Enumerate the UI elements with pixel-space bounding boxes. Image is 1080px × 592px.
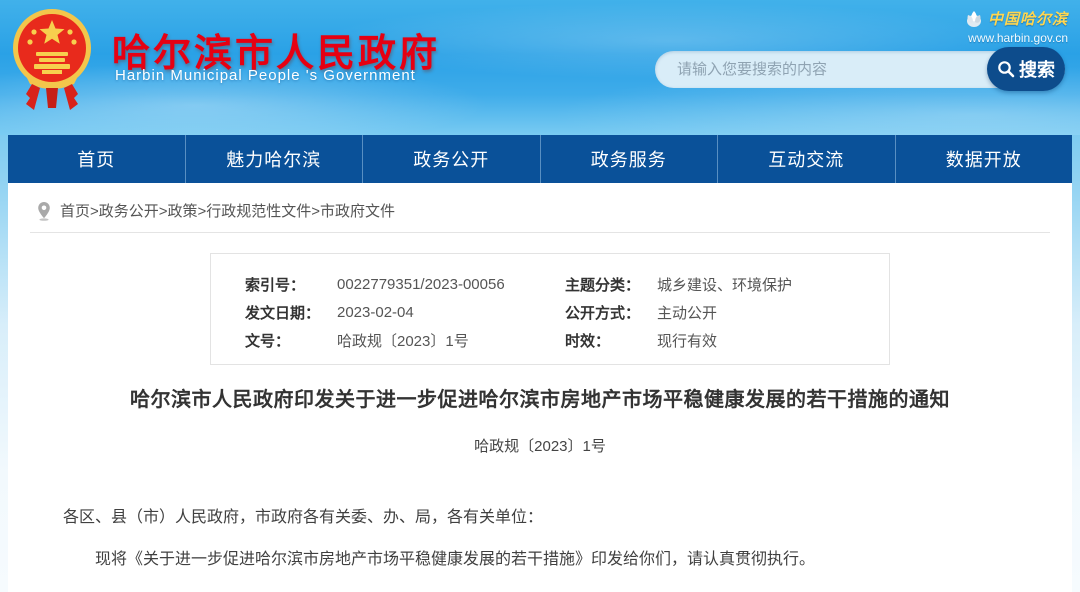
nav-item-open-data[interactable]: 数据开放 [896,135,1073,183]
search-button-label: 搜索 [1019,56,1055,82]
meta-row-topic-category: 主题分类： 城乡建设、环境保护 [565,270,865,298]
search-icon [997,60,1015,78]
national-emblem-icon [12,4,92,116]
meta-label: 索引号： [245,274,337,295]
nav-item-gov-services[interactable]: 政务服务 [541,135,719,183]
meta-column-right: 主题分类： 城乡建设、环境保护 公开方式： 主动公开 时效： 现行有效 [565,270,865,364]
meta-column-left: 索引号： 0022779351/2023-00056 发文日期： 2023-02… [245,270,565,364]
article-paragraph: 各区、县（市）人民政府，市政府各有关委、办、局，各有关单位： [63,505,1023,531]
meta-row-issue-date: 发文日期： 2023-02-04 [245,298,565,326]
breadcrumb: 首页>政务公开>政策>行政规范性文件>市政府文件 [36,200,395,221]
article-paragraph: 现将《关于进一步促进哈尔滨市房地产市场平稳健康发展的若干措施》印发给你们，请认真… [63,547,1023,573]
site-url: www.harbin.gov.cn [938,31,1068,45]
meta-value: 城乡建设、环境保护 [657,274,792,295]
breadcrumb-divider [30,232,1050,233]
article-doc-number: 哈政规〔2023〕1号 [8,435,1072,456]
brand-right-block: 中国哈尔滨 www.harbin.gov.cn [938,8,1068,45]
meta-value: 0022779351/2023-00056 [337,276,505,293]
meta-value: 主动公开 [657,302,717,323]
article-body: 各区、县（市）人民政府，市政府各有关委、办、局，各有关单位： 现将《关于进一步促… [63,505,1023,573]
site-title-english: Harbin Municipal People 's Government [115,67,416,84]
meta-label: 公开方式： [565,302,657,323]
meta-row-publicity-method: 公开方式： 主动公开 [565,298,865,326]
article-title: 哈尔滨市人民政府印发关于进一步促进哈尔滨市房地产市场平稳健康发展的若干措施的通知 [8,383,1072,412]
search-bar: 搜索 [655,47,1065,91]
breadcrumb-text[interactable]: 首页>政务公开>政策>行政规范性文件>市政府文件 [60,200,395,221]
nav-item-gov-info[interactable]: 政务公开 [363,135,541,183]
document-meta-table: 索引号： 0022779351/2023-00056 发文日期： 2023-02… [210,253,890,365]
meta-value: 现行有效 [657,330,717,351]
main-nav: 首页 魅力哈尔滨 政务公开 政务服务 互动交流 数据开放 [8,135,1072,183]
meta-value: 哈政规〔2023〕1号 [337,330,469,351]
nav-item-interaction[interactable]: 互动交流 [718,135,896,183]
meta-row-index-number: 索引号： 0022779351/2023-00056 [245,270,565,298]
content-panel: 首页>政务公开>政策>行政规范性文件>市政府文件 索引号： 0022779351… [8,183,1072,592]
meta-row-doc-number: 文号： 哈政规〔2023〕1号 [245,326,565,354]
nav-item-home[interactable]: 首页 [8,135,186,183]
nav-item-charming-harbin[interactable]: 魅力哈尔滨 [186,135,364,183]
location-pin-icon [36,201,52,221]
meta-value: 2023-02-04 [337,304,414,321]
lilac-flower-icon [964,9,984,29]
meta-label: 发文日期： [245,302,337,323]
meta-label: 主题分类： [565,274,657,295]
search-button[interactable]: 搜索 [987,47,1065,91]
meta-row-validity: 时效： 现行有效 [565,326,865,354]
meta-label: 时效： [565,330,657,351]
header-sky-banner: 哈尔滨市人民政府 Harbin Municipal People 's Gove… [0,0,1080,135]
brand-name: 中国哈尔滨 [988,8,1068,29]
meta-label: 文号： [245,330,337,351]
